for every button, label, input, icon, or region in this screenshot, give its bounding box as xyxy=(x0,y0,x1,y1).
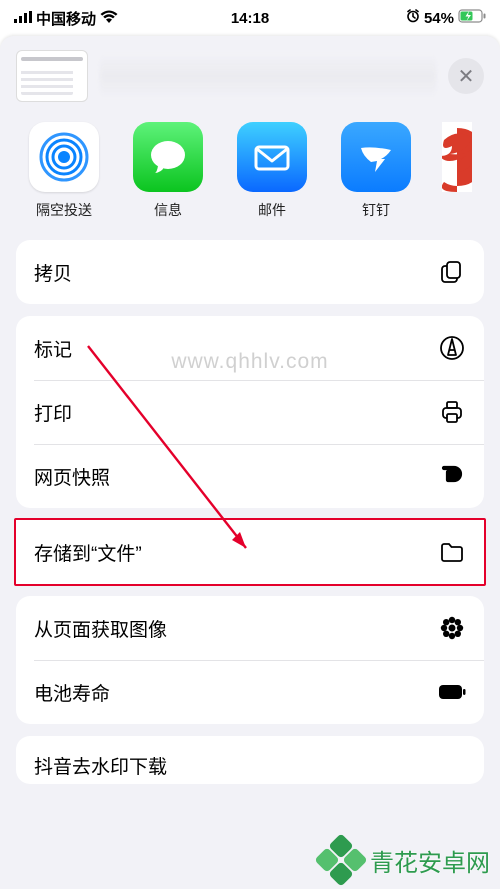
action-save-to-files[interactable]: 存储到“文件” xyxy=(16,520,484,584)
airdrop-icon xyxy=(29,122,99,192)
action-group-cutoff: 抖音去水印下载 xyxy=(16,736,484,784)
action-copy-label: 拷贝 xyxy=(34,259,72,286)
action-group-extra: 从页面获取图像 电池寿命 xyxy=(16,596,484,724)
carrier-label: 中国移动 xyxy=(36,8,96,29)
action-battery-life[interactable]: 电池寿命 xyxy=(16,660,484,724)
highlight-save-to-files: 存储到“文件” xyxy=(14,518,486,586)
action-group-copy: 拷贝 xyxy=(16,240,484,304)
action-print-label: 打印 xyxy=(34,399,72,426)
share-sheet: ✕ 隔空投送 信息 邮件 钉钉 xyxy=(0,36,500,889)
status-bar: 中国移动 14:18 54% xyxy=(0,0,500,36)
messages-icon xyxy=(133,122,203,192)
battery-pct-label: 54% xyxy=(424,10,454,27)
preview-title-blurred xyxy=(100,54,436,98)
action-print[interactable]: 打印 xyxy=(16,380,484,444)
battery-icon xyxy=(458,9,486,27)
action-get-images[interactable]: 从页面获取图像 xyxy=(16,596,484,660)
app-mail-label: 邮件 xyxy=(258,200,286,220)
action-snapshot-label: 网页快照 xyxy=(34,463,110,490)
print-icon xyxy=(438,398,466,426)
action-snapshot[interactable]: 网页快照 xyxy=(16,444,484,508)
close-icon: ✕ xyxy=(458,64,475,89)
action-get-images-label: 从页面获取图像 xyxy=(34,615,167,642)
preview-row: ✕ xyxy=(0,36,500,114)
action-markup-label: 标记 xyxy=(34,335,72,362)
app-mail[interactable]: 邮件 xyxy=(234,122,310,220)
app-messages-label: 信息 xyxy=(154,200,182,220)
copy-icon xyxy=(438,258,466,286)
app-dingtalk-label: 钉钉 xyxy=(362,200,390,220)
action-markup[interactable]: 标记 xyxy=(16,316,484,380)
action-copy[interactable]: 拷贝 xyxy=(16,240,484,304)
signal-icon xyxy=(14,10,32,27)
folder-icon xyxy=(438,538,466,566)
battery-full-icon xyxy=(438,678,466,706)
markup-icon xyxy=(438,334,466,362)
action-group-tools: 标记 打印 网页快照 xyxy=(16,316,484,508)
action-battery-life-label: 电池寿命 xyxy=(34,679,110,706)
snapshot-icon xyxy=(438,462,466,490)
share-apps-row[interactable]: 隔空投送 信息 邮件 钉钉 xyxy=(0,114,500,240)
clock-label: 14:18 xyxy=(231,10,269,27)
app-dingtalk[interactable]: 钉钉 xyxy=(338,122,414,220)
wifi-icon xyxy=(100,10,118,27)
douyin-icon xyxy=(438,752,466,780)
action-save-to-files-label: 存储到“文件” xyxy=(34,539,142,566)
preview-thumbnail[interactable] xyxy=(16,50,88,102)
status-right: 54% xyxy=(406,9,486,27)
app-airdrop[interactable]: 隔空投送 xyxy=(26,122,102,220)
flower-icon xyxy=(438,614,466,642)
app-more-partial[interactable] xyxy=(442,122,472,220)
app-more-icon xyxy=(442,122,472,192)
action-douyin-download[interactable]: 抖音去水印下载 xyxy=(16,736,484,784)
alarm-icon xyxy=(406,9,420,27)
status-left: 中国移动 xyxy=(14,8,118,29)
app-airdrop-label: 隔空投送 xyxy=(36,200,92,220)
app-messages[interactable]: 信息 xyxy=(130,122,206,220)
mail-icon xyxy=(237,122,307,192)
action-douyin-download-label: 抖音去水印下载 xyxy=(34,752,167,779)
close-button[interactable]: ✕ xyxy=(448,58,484,94)
dingtalk-icon xyxy=(341,122,411,192)
